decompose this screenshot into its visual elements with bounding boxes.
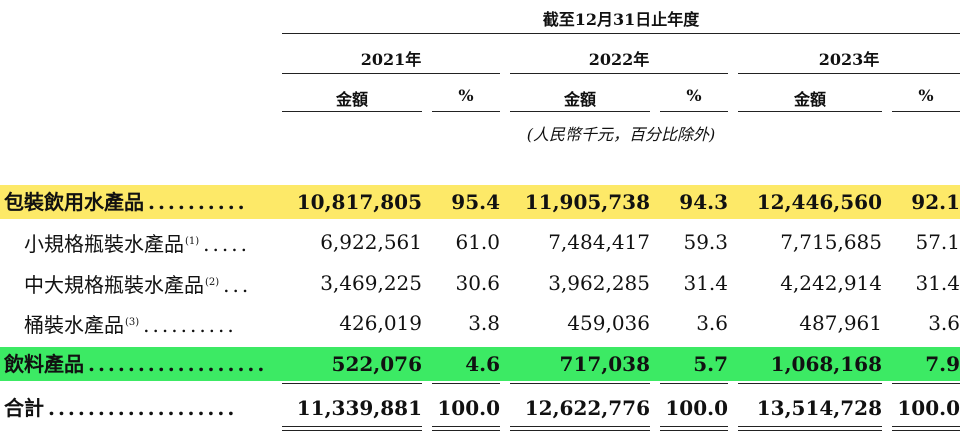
pct-header-2022: % — [686, 86, 702, 105]
pct-rule-2021 — [432, 111, 500, 112]
cell-amount-2021: 522,076 — [331, 352, 422, 376]
total-double-rule-pct-2022 — [660, 426, 728, 431]
cell-pct-2023: 92.1 — [911, 190, 960, 214]
row-label: 飲料產品.................. — [4, 352, 268, 376]
amount-rule-2022 — [510, 111, 650, 112]
total-double-rule-amount-2021 — [282, 426, 422, 431]
cell-amount-2022: 717,038 — [559, 352, 650, 376]
cell-amount-2021: 3,469,225 — [320, 271, 422, 295]
cell-amount-2023: 487,961 — [799, 311, 882, 335]
cell-pct-2023: 31.4 — [915, 271, 960, 295]
year-2021-rule — [282, 73, 500, 74]
subtotal-rule-pct-2022 — [660, 383, 728, 384]
row-label: 小規格瓶裝水產品(1)..... — [24, 232, 250, 256]
pct-header-2023: % — [918, 86, 934, 105]
cell-amount-2022: 3,962,285 — [548, 271, 650, 295]
cell-pct-2021: 61.0 — [455, 230, 500, 254]
subtotal-rule-amount-2021 — [282, 383, 422, 384]
cell-pct-2023: 7.9 — [925, 352, 960, 376]
cell-pct-2021: 30.6 — [455, 271, 500, 295]
pct-header-2021: % — [458, 86, 474, 105]
table-row-barreled: 桶裝水產品(3).......... 426,019 3.8 459,036 3… — [0, 306, 960, 340]
cell-amount-2021: 10,817,805 — [296, 190, 422, 214]
row-label: 桶裝水產品(3).......... — [24, 313, 237, 337]
subtotal-rule-pct-2021 — [432, 383, 500, 384]
cell-amount-2023: 7,715,685 — [780, 230, 882, 254]
cell-pct-2023: 57.1 — [915, 230, 960, 254]
row-label: 中大規格瓶裝水產品(2)... — [24, 273, 252, 297]
cell-amount-2023: 1,068,168 — [770, 352, 882, 376]
total-double-rule-amount-2022 — [510, 426, 650, 431]
amount-header-2023: 金額 — [793, 90, 826, 109]
amount-rule-2023 — [738, 111, 882, 112]
cell-pct-2021: 95.4 — [451, 190, 500, 214]
row-label: 合計................... — [4, 396, 238, 420]
table-row-medium-large-bottled: 中大規格瓶裝水產品(2)... 3,469,225 30.6 3,962,285… — [0, 266, 960, 300]
amount-rule-2021 — [282, 111, 422, 112]
cell-amount-2021: 11,339,881 — [296, 396, 422, 420]
unit-note: (人民幣千元，百分比除外) — [526, 125, 716, 144]
year-2022-header: 2022年 — [588, 50, 650, 69]
pct-rule-2022 — [660, 111, 728, 112]
cell-pct-2021: 4.6 — [465, 352, 500, 376]
cell-pct-2023: 100.0 — [897, 396, 960, 420]
cell-amount-2022: 11,905,738 — [524, 190, 650, 214]
table-row-packaged-water: 包裝飲用水產品.......... 10,817,805 95.4 11,905… — [0, 185, 960, 219]
cell-pct-2023: 3.6 — [928, 311, 960, 335]
cell-amount-2023: 12,446,560 — [756, 190, 882, 214]
table-row-beverages: 飲料產品.................. 522,076 4.6 717,0… — [0, 347, 960, 381]
subtotal-rule-amount-2023 — [738, 383, 882, 384]
year-2023-rule — [738, 73, 960, 74]
cell-pct-2021: 3.8 — [468, 311, 500, 335]
total-double-rule-pct-2023 — [892, 426, 960, 431]
subtotal-rule-pct-2023 — [892, 383, 960, 384]
year-2023-header: 2023年 — [818, 50, 880, 69]
subtotal-rule-amount-2022 — [510, 383, 650, 384]
amount-header-2021: 金額 — [335, 90, 368, 109]
amount-header-2022: 金額 — [563, 90, 596, 109]
cell-amount-2023: 4,242,914 — [780, 271, 882, 295]
cell-amount-2021: 6,922,561 — [320, 230, 422, 254]
pct-rule-2023 — [892, 111, 960, 112]
cell-pct-2022: 94.3 — [679, 190, 728, 214]
period-header: 截至12月31日止年度 — [542, 10, 700, 29]
cell-amount-2021: 426,019 — [339, 311, 422, 335]
table-row-small-bottled: 小規格瓶裝水產品(1)..... 6,922,561 61.0 7,484,41… — [0, 225, 960, 259]
cell-amount-2022: 12,622,776 — [524, 396, 650, 420]
cell-pct-2022: 3.6 — [696, 311, 728, 335]
cell-pct-2022: 31.4 — [683, 271, 728, 295]
cell-pct-2022: 5.7 — [693, 352, 728, 376]
cell-amount-2022: 459,036 — [567, 311, 650, 335]
total-double-rule-amount-2023 — [738, 426, 882, 431]
cell-pct-2022: 59.3 — [683, 230, 728, 254]
year-2021-header: 2021年 — [360, 50, 422, 69]
year-2022-rule — [510, 73, 728, 74]
cell-pct-2021: 100.0 — [437, 396, 500, 420]
cell-amount-2023: 13,514,728 — [756, 396, 882, 420]
period-rule — [282, 33, 960, 34]
row-label: 包裝飲用水產品.......... — [4, 190, 248, 214]
table-row-total: 合計................... 11,339,881 100.0 1… — [0, 391, 960, 425]
cell-amount-2022: 7,484,417 — [548, 230, 650, 254]
total-double-rule-pct-2021 — [432, 426, 500, 431]
cell-pct-2022: 100.0 — [665, 396, 728, 420]
